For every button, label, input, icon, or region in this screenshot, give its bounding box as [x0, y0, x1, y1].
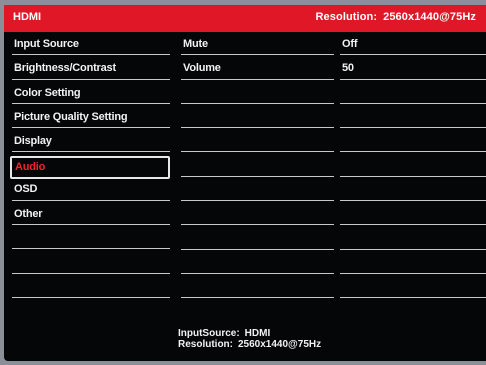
osd-menu: HDMI Resolution: 2560x1440@75Hz Input Sou… — [4, 5, 486, 361]
row-divider — [12, 199, 170, 201]
submenu-column: Mute Volume — [179, 34, 334, 301]
value-item-empty-4[interactable] — [338, 131, 486, 155]
row-divider — [340, 151, 486, 153]
row-divider — [181, 272, 334, 274]
row-divider — [12, 296, 170, 298]
row-divider — [181, 200, 334, 202]
submenu-item-empty-5[interactable] — [179, 155, 334, 179]
submenu-item-volume[interactable]: Volume — [179, 58, 334, 82]
menu-item-empty-10[interactable] — [10, 277, 170, 301]
submenu-item-label: Mute — [183, 38, 208, 50]
row-divider — [12, 224, 170, 226]
row-divider — [340, 175, 486, 177]
menu-item-display[interactable]: Display — [10, 131, 170, 155]
submenu-item-empty-8[interactable] — [179, 228, 334, 252]
resolution-label: Resolution: — [315, 11, 378, 23]
footer-resolution-value: 2560x1440@75Hz — [238, 339, 322, 350]
main-menu-column: Input Source Brightness/Contrast Color Set… — [10, 34, 170, 301]
submenu-item-empty-7[interactable] — [179, 204, 334, 228]
header-resolution: Resolution: 2560x1440@75Hz — [316, 11, 476, 23]
row-divider — [181, 127, 334, 129]
submenu-item-empty-2[interactable] — [179, 83, 334, 107]
value-item-label: Off — [342, 38, 358, 50]
menu-item-picture-quality-setting[interactable]: Picture Quality Setting — [10, 107, 170, 131]
footer-input-value: HDMI — [244, 328, 271, 339]
menu-item-brightness-contrast[interactable]: Brightness/Contrast — [10, 58, 170, 82]
menu-item-label: OSD — [14, 183, 38, 196]
row-divider — [12, 151, 170, 153]
row-divider — [340, 272, 486, 274]
menu-item-label: Display — [14, 135, 52, 148]
menu-item-empty-9[interactable] — [10, 252, 170, 276]
submenu-item-mute[interactable]: Mute — [179, 34, 334, 58]
row-divider — [12, 54, 170, 56]
row-divider — [181, 224, 334, 226]
value-item-empty-6[interactable] — [338, 180, 486, 204]
footer-resolution-label: Resolution: — [178, 339, 233, 350]
value-item-empty-3[interactable] — [338, 107, 486, 131]
row-divider — [340, 224, 486, 226]
row-divider — [12, 127, 170, 129]
submenu-item-empty-6[interactable] — [179, 180, 334, 204]
row-divider — [12, 272, 170, 274]
submenu-item-empty-10[interactable] — [179, 277, 334, 301]
row-divider — [12, 78, 170, 80]
submenu-item-label: Volume — [183, 62, 221, 75]
osd-header-bar: HDMI Resolution: 2560x1440@75Hz — [4, 5, 486, 32]
value-item-empty-7[interactable] — [338, 204, 486, 228]
menu-item-label: Brightness/Contrast — [14, 62, 116, 75]
menu-item-empty-8[interactable] — [10, 228, 170, 252]
menu-item-audio[interactable]: Audio — [10, 156, 170, 180]
value-item-empty-5[interactable] — [338, 155, 486, 179]
row-divider — [340, 78, 486, 80]
menu-item-color-setting[interactable]: Color Setting — [10, 83, 170, 107]
row-divider — [181, 297, 334, 299]
value-item-empty-9[interactable] — [338, 253, 486, 277]
menu-item-osd[interactable]: OSD — [10, 179, 170, 203]
row-divider — [340, 102, 486, 104]
value-item-empty-10[interactable] — [338, 277, 486, 301]
submenu-item-empty-9[interactable] — [179, 253, 334, 277]
value-item-empty-8[interactable] — [338, 228, 486, 252]
row-divider — [12, 248, 170, 250]
row-divider — [181, 248, 334, 250]
menu-item-label: Picture Quality Setting — [14, 110, 128, 123]
value-column: Off 50 — [338, 34, 486, 301]
row-divider — [340, 248, 486, 250]
row-divider — [181, 102, 334, 104]
row-divider — [12, 102, 170, 104]
value-item-label: 50 — [342, 62, 354, 75]
osd-footer-info: InputSource: HDMI Resolution: 2560x1440@… — [178, 328, 321, 350]
row-divider — [340, 297, 486, 299]
menu-item-label: Other — [14, 207, 43, 220]
row-divider — [340, 54, 486, 56]
menu-item-label: Audio — [15, 161, 46, 174]
value-item-50[interactable]: 50 — [338, 58, 486, 82]
resolution-value: 2560x1440@75Hz — [383, 11, 476, 23]
row-divider — [340, 200, 486, 202]
row-divider — [181, 151, 334, 153]
menu-item-label: Input Source — [14, 38, 79, 50]
row-divider — [181, 175, 334, 177]
value-item-off[interactable]: Off — [338, 34, 486, 58]
menu-item-input-source[interactable]: Input Source — [10, 34, 170, 58]
menu-item-label: Color Setting — [14, 86, 81, 99]
row-divider — [181, 78, 334, 80]
menu-item-other[interactable]: Other — [10, 204, 170, 228]
row-divider — [181, 54, 334, 56]
row-divider — [340, 127, 486, 129]
submenu-item-empty-4[interactable] — [179, 131, 334, 155]
value-item-empty-2[interactable] — [338, 83, 486, 107]
input-title: HDMI — [13, 11, 42, 23]
submenu-item-empty-3[interactable] — [179, 107, 334, 131]
footer-input-label: InputSource: — [178, 328, 240, 339]
